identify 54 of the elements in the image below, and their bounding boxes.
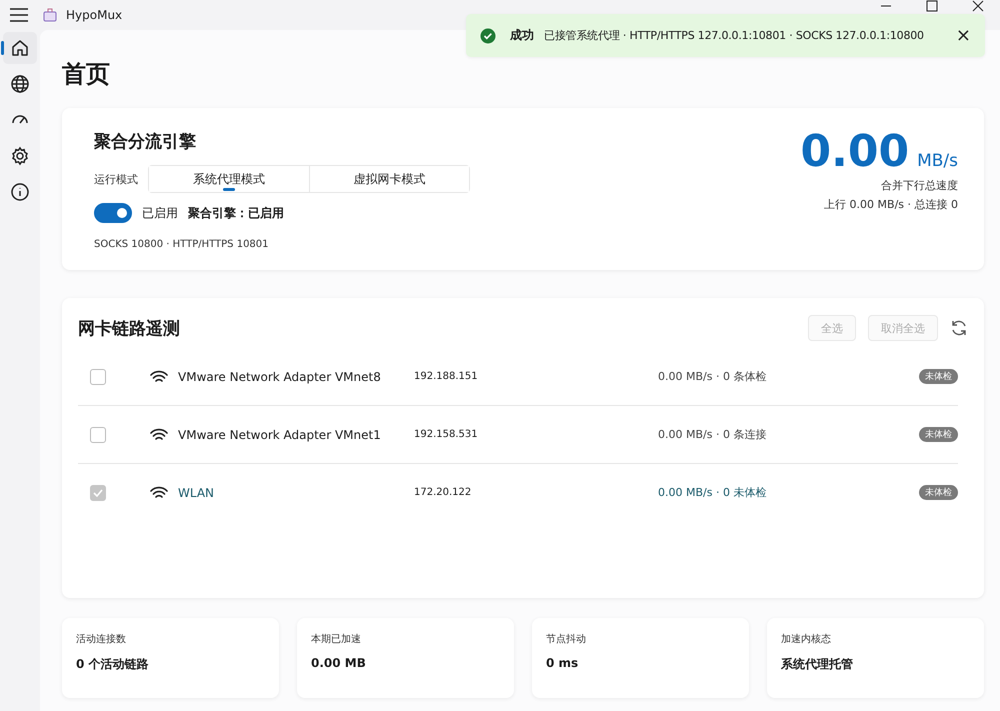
speed-caption: 合并下行总速度 bbox=[881, 178, 958, 193]
info-icon bbox=[10, 182, 30, 202]
status-badge: 未体检 bbox=[919, 427, 958, 442]
status-badge: 未体检 bbox=[919, 369, 958, 384]
stat-value: 系统代理托管 bbox=[781, 656, 854, 673]
adapter-name: WLAN bbox=[178, 486, 216, 500]
menu-icon[interactable] bbox=[10, 8, 28, 22]
wifi-icon bbox=[150, 486, 168, 500]
sidebar-item[interactable] bbox=[3, 32, 37, 64]
settings-icon bbox=[10, 146, 30, 166]
speed-detail: 上行 0.00 MB/s · 总连接 0 bbox=[824, 197, 958, 212]
toast-message: 已接管系统代理 · HTTP/HTTPS 127.0.0.1:10801 · SOCKS 127.0.0.1:10800 bbox=[544, 28, 924, 43]
wifi-icon bbox=[150, 428, 168, 442]
page-title: 首页 bbox=[62, 59, 111, 90]
check-icon bbox=[92, 486, 104, 498]
engine-status: 聚合引擎：已启用 bbox=[188, 204, 284, 222]
adapter-name: VMware Network Adapter VMnet1 bbox=[178, 428, 382, 442]
stat-label: 节点抖动 bbox=[546, 632, 587, 646]
adapter-name: VMware Network Adapter VMnet8 bbox=[178, 370, 382, 384]
adapter-stats: 0.00 MB/s · 0 未体检 bbox=[658, 485, 768, 500]
ports-text: SOCKS 10800 · HTTP/HTTPS 10801 bbox=[94, 239, 270, 250]
globe-icon bbox=[10, 74, 30, 94]
check-circle-icon bbox=[480, 28, 496, 44]
stat-label: 活动连接数 bbox=[76, 632, 127, 646]
stat-value: 0 ms bbox=[546, 656, 580, 670]
adapter-stats: 0.00 MB/s · 0 条连接 bbox=[658, 427, 768, 442]
adapter-stats: 0.00 MB/s · 0 条体检 bbox=[658, 369, 768, 384]
adapter-ip: 192.158.531 bbox=[414, 429, 479, 440]
checkbox[interactable] bbox=[90, 368, 106, 384]
section-title: 网卡链路遥测 bbox=[78, 318, 180, 340]
home-icon bbox=[10, 38, 30, 58]
close-button[interactable]: × bbox=[954, 25, 973, 46]
speed-value: 0.00 bbox=[800, 130, 910, 174]
toggle-switch[interactable] bbox=[94, 203, 132, 223]
speed-unit: MB/s bbox=[917, 151, 958, 171]
status-badge: 未体检 bbox=[919, 485, 958, 500]
mode-label: 运行模式 bbox=[94, 172, 138, 186]
refresh-icon[interactable] bbox=[950, 319, 968, 337]
stat-label: 加速内核态 bbox=[781, 632, 832, 646]
maximize-icon[interactable] bbox=[926, 0, 938, 12]
app-logo-icon bbox=[42, 7, 58, 23]
close-icon[interactable] bbox=[972, 0, 984, 12]
wifi-icon bbox=[150, 370, 168, 384]
mode-tab[interactable]: 虚拟网卡模式 bbox=[309, 166, 469, 192]
toast-title: 成功 bbox=[510, 27, 534, 44]
adapter-ip: 172.20.122 bbox=[414, 487, 472, 498]
stat-label: 本期已加速 bbox=[311, 632, 362, 646]
adapter-ip: 192.188.151 bbox=[414, 371, 479, 382]
stat-value: 0 个活动链路 bbox=[76, 656, 150, 673]
card-title: 聚合分流引擎 bbox=[94, 131, 197, 153]
window-title: HypoMux bbox=[66, 8, 122, 22]
stat-value: 0.00 MB bbox=[311, 656, 367, 670]
checkbox[interactable] bbox=[90, 426, 106, 442]
toggle-label: 已启用 bbox=[142, 204, 178, 222]
